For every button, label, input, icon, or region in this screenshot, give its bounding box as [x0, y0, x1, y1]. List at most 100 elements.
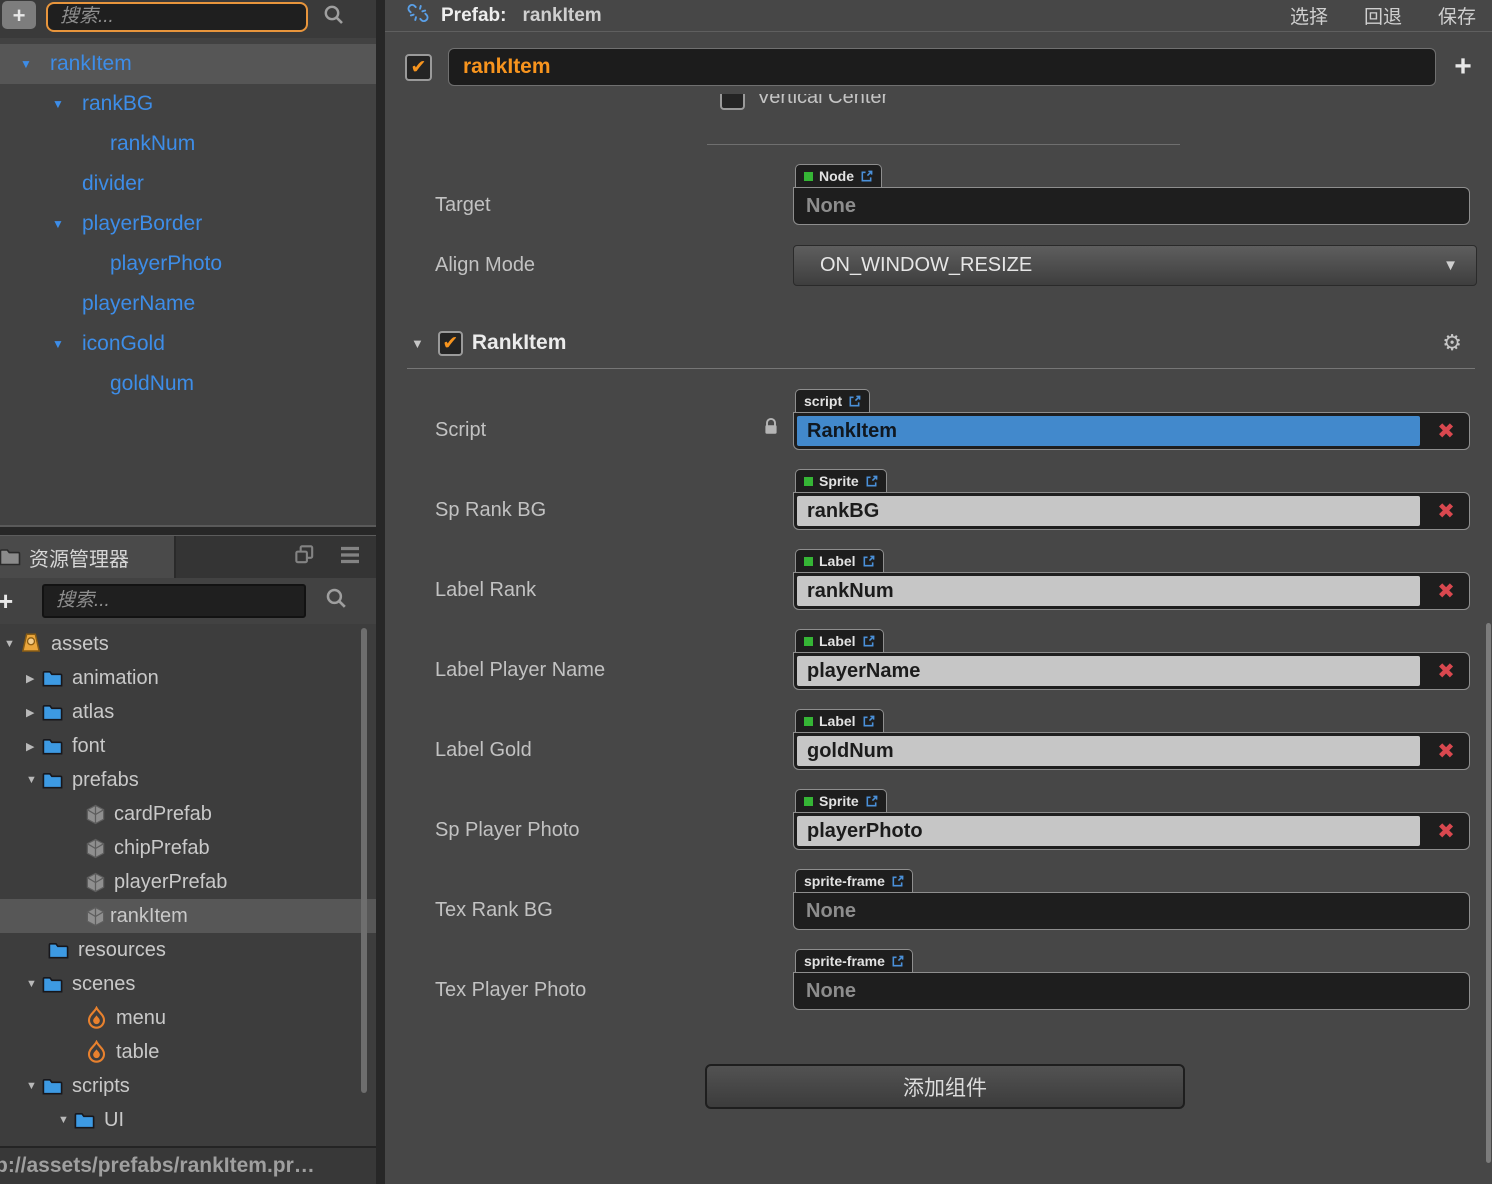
- create-node-button[interactable]: +: [2, 1, 36, 29]
- revert-button[interactable]: 回退: [1364, 2, 1402, 29]
- hierarchy-search-input[interactable]: [46, 2, 308, 32]
- collapsed-arrow-icon[interactable]: ▶: [26, 706, 40, 719]
- prefab-label: Prefab:: [441, 4, 507, 26]
- sprite-frame-reference-field[interactable]: None: [793, 892, 1470, 930]
- component-enabled-checkbox[interactable]: ✔: [437, 330, 463, 356]
- component-type-dot: [804, 556, 813, 566]
- type-tag-sprite[interactable]: Sprite: [795, 789, 887, 812]
- label-reference-field[interactable]: playerName ✖: [793, 652, 1470, 690]
- expand-arrow-icon[interactable]: ▼: [20, 57, 50, 71]
- target-node-field[interactable]: None: [793, 187, 1470, 225]
- hierarchy-node-playerborder[interactable]: ▼ playerBorder: [0, 204, 376, 244]
- remove-reference-icon[interactable]: ✖: [1423, 499, 1469, 524]
- sprite-frame-reference-field[interactable]: None: [793, 972, 1470, 1010]
- asset-item-playerprefab[interactable]: playerPrefab: [0, 865, 376, 899]
- vertical-center-checkbox[interactable]: [720, 94, 745, 110]
- type-tag-script[interactable]: script: [795, 389, 871, 412]
- type-tag-sprite-frame[interactable]: sprite-frame: [795, 869, 913, 892]
- external-link-icon[interactable]: [848, 395, 861, 408]
- type-tag-sprite-frame[interactable]: sprite-frame: [795, 949, 913, 972]
- sprite-reference-field[interactable]: playerPhoto ✖: [793, 812, 1470, 850]
- hierarchy-panel: + ▼ rankItem ▼ rankBG rankNum divider ▼: [0, 0, 376, 527]
- component-header-rankitem[interactable]: ▼ ✔ RankItem ⚙: [385, 330, 1492, 356]
- hierarchy-node-icongold[interactable]: ▼ iconGold: [0, 324, 376, 364]
- hierarchy-node-rankbg[interactable]: ▼ rankBG: [0, 84, 376, 124]
- asset-item-menu[interactable]: menu: [0, 1001, 376, 1035]
- type-tag-label[interactable]: Label: [795, 709, 884, 732]
- type-tag-label[interactable]: Label: [795, 549, 884, 572]
- tab-asset-manager[interactable]: 资源管理器: [0, 536, 176, 578]
- remove-reference-icon[interactable]: ✖: [1423, 819, 1469, 844]
- asset-item-scenes[interactable]: ▼ scenes: [0, 967, 376, 1001]
- type-tag-label[interactable]: Label: [795, 629, 884, 652]
- remove-reference-icon[interactable]: ✖: [1423, 419, 1469, 444]
- collapsed-arrow-icon[interactable]: ▶: [26, 740, 40, 753]
- label-reference-field[interactable]: goldNum ✖: [793, 732, 1470, 770]
- hierarchy-node-playerphoto[interactable]: playerPhoto: [0, 244, 376, 284]
- asset-item-cardprefab[interactable]: cardPrefab: [0, 797, 376, 831]
- expand-arrow-icon[interactable]: ▼: [52, 97, 82, 111]
- add-component-button[interactable]: 添加组件: [705, 1064, 1185, 1109]
- save-button[interactable]: 保存: [1438, 2, 1476, 29]
- asset-item-prefabs[interactable]: ▼ prefabs: [0, 763, 376, 797]
- expand-arrow-icon[interactable]: ▼: [52, 217, 82, 231]
- remove-reference-icon[interactable]: ✖: [1423, 659, 1469, 684]
- create-asset-button[interactable]: +: [0, 586, 16, 617]
- add-node-button[interactable]: +: [1450, 50, 1476, 84]
- align-mode-dropdown[interactable]: ON_WINDOW_RESIZE ▼: [793, 245, 1477, 286]
- external-link-icon[interactable]: [865, 475, 878, 488]
- hierarchy-node-playername[interactable]: playerName: [0, 284, 376, 324]
- node-active-checkbox[interactable]: ✔: [405, 53, 432, 81]
- hierarchy-node-divider[interactable]: divider: [0, 164, 376, 204]
- external-link-icon[interactable]: [865, 795, 878, 808]
- external-link-icon[interactable]: [860, 170, 873, 183]
- expand-arrow-icon[interactable]: ▼: [26, 978, 40, 990]
- inspector-scrollbar[interactable]: [1486, 623, 1491, 1163]
- assets-scrollbar[interactable]: [361, 628, 367, 1093]
- asset-item-atlas[interactable]: ▶ atlas: [0, 695, 376, 729]
- hierarchy-node-goldnum[interactable]: goldNum: [0, 364, 376, 404]
- sprite-reference-field[interactable]: rankBG ✖: [793, 492, 1470, 530]
- expand-arrow-icon[interactable]: ▼: [58, 1114, 72, 1126]
- script-reference-field[interactable]: RankItem ✖: [793, 412, 1470, 450]
- label-reference-field[interactable]: rankNum ✖: [793, 572, 1470, 610]
- panel-menu-icon[interactable]: [338, 543, 362, 572]
- asset-item-table[interactable]: table: [0, 1035, 376, 1069]
- assets-search-input[interactable]: [42, 584, 306, 618]
- widget-component-clipped: Vertical Center: [385, 94, 1492, 128]
- type-tag-node[interactable]: Node: [795, 164, 882, 187]
- asset-item-ui[interactable]: ▼ UI: [0, 1103, 376, 1137]
- search-icon[interactable]: [322, 3, 346, 32]
- asset-item-animation[interactable]: ▶ animation: [0, 661, 376, 695]
- asset-item-scripts[interactable]: ▼ scripts: [0, 1069, 376, 1103]
- asset-item-assets[interactable]: ▼ assets: [0, 627, 376, 661]
- external-link-icon[interactable]: [891, 955, 904, 968]
- expand-arrow-icon[interactable]: ▼: [26, 774, 40, 786]
- asset-item-font[interactable]: ▶ font: [0, 729, 376, 763]
- asset-item-resources[interactable]: resources: [0, 933, 376, 967]
- type-tag-sprite[interactable]: Sprite: [795, 469, 887, 492]
- node-name-input[interactable]: [448, 48, 1436, 86]
- collapsed-arrow-icon[interactable]: ▶: [26, 672, 40, 685]
- asset-item-chipprefab[interactable]: chipPrefab: [0, 831, 376, 865]
- hierarchy-node-rankitem[interactable]: ▼ rankItem: [0, 44, 376, 84]
- gear-icon[interactable]: ⚙: [1442, 330, 1462, 356]
- expand-arrow-icon[interactable]: ▼: [411, 336, 424, 351]
- panel-splitter[interactable]: [376, 0, 385, 1184]
- duplicate-panel-icon[interactable]: [293, 543, 316, 571]
- expand-arrow-icon[interactable]: ▼: [26, 1080, 40, 1092]
- expand-arrow-icon[interactable]: ▼: [52, 337, 82, 351]
- asset-item-rankitem[interactable]: rankItem: [0, 899, 376, 933]
- external-link-icon[interactable]: [862, 635, 875, 648]
- unlink-prefab-icon[interactable]: [407, 2, 429, 29]
- expand-arrow-icon[interactable]: ▼: [4, 638, 18, 650]
- search-icon[interactable]: [324, 586, 349, 616]
- select-button[interactable]: 选择: [1290, 2, 1328, 29]
- external-link-icon[interactable]: [862, 555, 875, 568]
- component-type-dot: [804, 796, 813, 806]
- external-link-icon[interactable]: [862, 715, 875, 728]
- external-link-icon[interactable]: [891, 875, 904, 888]
- remove-reference-icon[interactable]: ✖: [1423, 739, 1469, 764]
- hierarchy-node-ranknum[interactable]: rankNum: [0, 124, 376, 164]
- remove-reference-icon[interactable]: ✖: [1423, 579, 1469, 604]
